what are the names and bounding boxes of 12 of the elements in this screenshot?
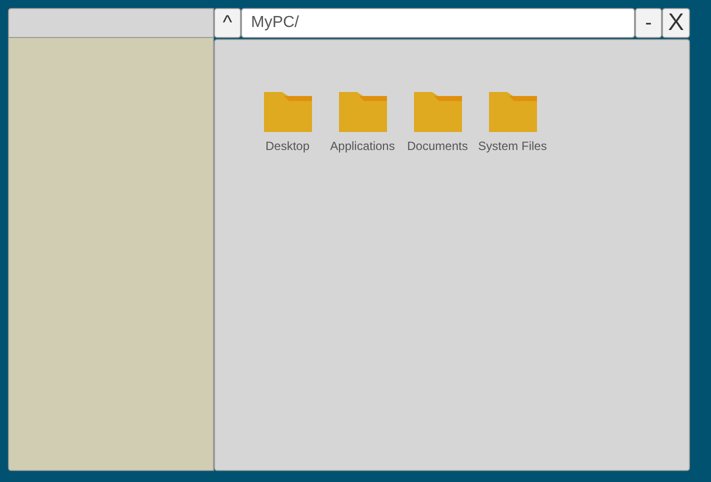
folder-label[interactable]: Documents: [407, 139, 468, 153]
folder-icon: [488, 92, 538, 132]
up-button[interactable]: ^: [214, 8, 241, 38]
folder-icon: [412, 92, 462, 132]
close-button[interactable]: X: [662, 8, 690, 38]
folder-label[interactable]: Desktop: [265, 139, 310, 153]
folder-icon: [338, 92, 388, 132]
folder-label[interactable]: System Files: [478, 139, 547, 153]
folder-icon: [262, 92, 312, 132]
address-field[interactable]: MyPC/: [241, 8, 635, 38]
minimize-button[interactable]: -: [635, 8, 662, 38]
folder-label[interactable]: Applications: [330, 139, 395, 153]
